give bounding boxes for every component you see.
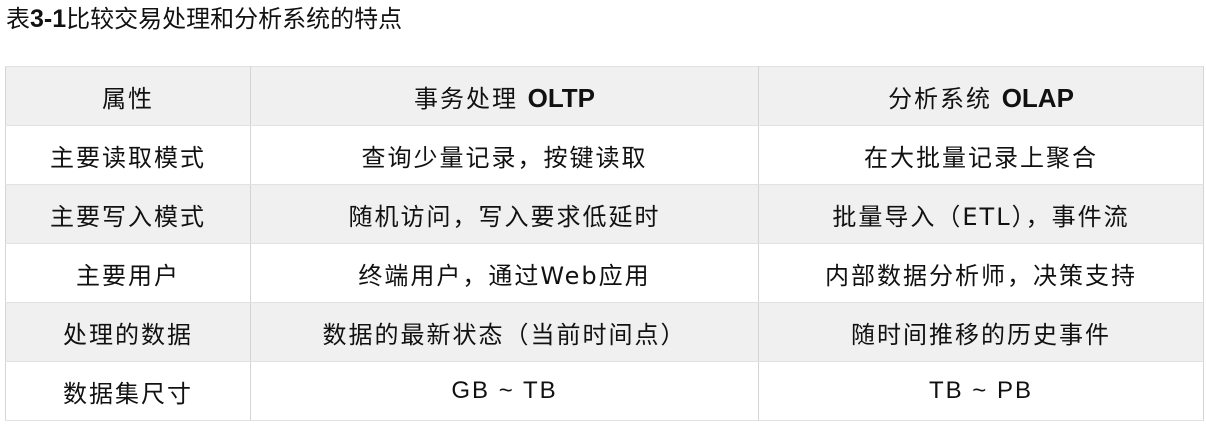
table-row: 数据集尺寸 GB ~ TB TB ~ PB — [5, 361, 1204, 421]
row-attribute: 主要用户 — [5, 243, 251, 303]
header-oltp-name: 事务处理 — [413, 84, 518, 113]
table-row: 主要用户 终端用户，通过Web应用 内部数据分析师，决策支持 — [5, 243, 1204, 303]
comparison-table: 属性 事务处理 OLTP 分析系统 OLAP 主要读取模式 查询少量记录，按键读… — [5, 66, 1204, 421]
header-oltp-abbr: OLTP — [527, 82, 596, 113]
header-oltp: 事务处理 OLTP — [250, 66, 759, 126]
row-oltp-value: GB ~ TB — [250, 361, 759, 421]
header-olap: 分析系统 OLAP — [758, 66, 1204, 126]
row-olap-value: 在大批量记录上聚合 — [758, 125, 1204, 185]
row-attribute: 主要读取模式 — [5, 125, 251, 185]
row-attribute: 数据集尺寸 — [5, 361, 251, 421]
header-attribute: 属性 — [5, 66, 251, 126]
row-olap-value: 批量导入（ETL），事件流 — [758, 184, 1204, 244]
table-caption: 表3-1比较交易处理和分析系统的特点 — [6, 2, 402, 36]
caption-text: 比较交易处理和分析系统的特点 — [66, 5, 403, 33]
caption-number: 3-1 — [30, 5, 67, 33]
header-row: 属性 事务处理 OLTP 分析系统 OLAP — [5, 66, 1204, 126]
row-oltp-value: 查询少量记录，按键读取 — [250, 125, 759, 185]
caption-prefix: 表 — [6, 5, 30, 33]
row-olap-value: 随时间推移的历史事件 — [758, 302, 1204, 362]
table-row: 主要读取模式 查询少量记录，按键读取 在大批量记录上聚合 — [5, 125, 1204, 185]
row-oltp-value: 随机访问，写入要求低延时 — [250, 184, 759, 244]
table-row: 主要写入模式 随机访问，写入要求低延时 批量导入（ETL），事件流 — [5, 184, 1204, 244]
row-olap-value: 内部数据分析师，决策支持 — [758, 243, 1204, 303]
row-attribute: 主要写入模式 — [5, 184, 251, 244]
header-olap-name: 分析系统 — [888, 84, 993, 113]
header-olap-abbr: OLAP — [1001, 82, 1074, 113]
row-attribute: 处理的数据 — [5, 302, 251, 362]
row-oltp-value: 数据的最新状态（当前时间点） — [250, 302, 759, 362]
row-olap-value: TB ~ PB — [758, 361, 1204, 421]
table-row: 处理的数据 数据的最新状态（当前时间点） 随时间推移的历史事件 — [5, 302, 1204, 362]
row-oltp-value: 终端用户，通过Web应用 — [250, 243, 759, 303]
